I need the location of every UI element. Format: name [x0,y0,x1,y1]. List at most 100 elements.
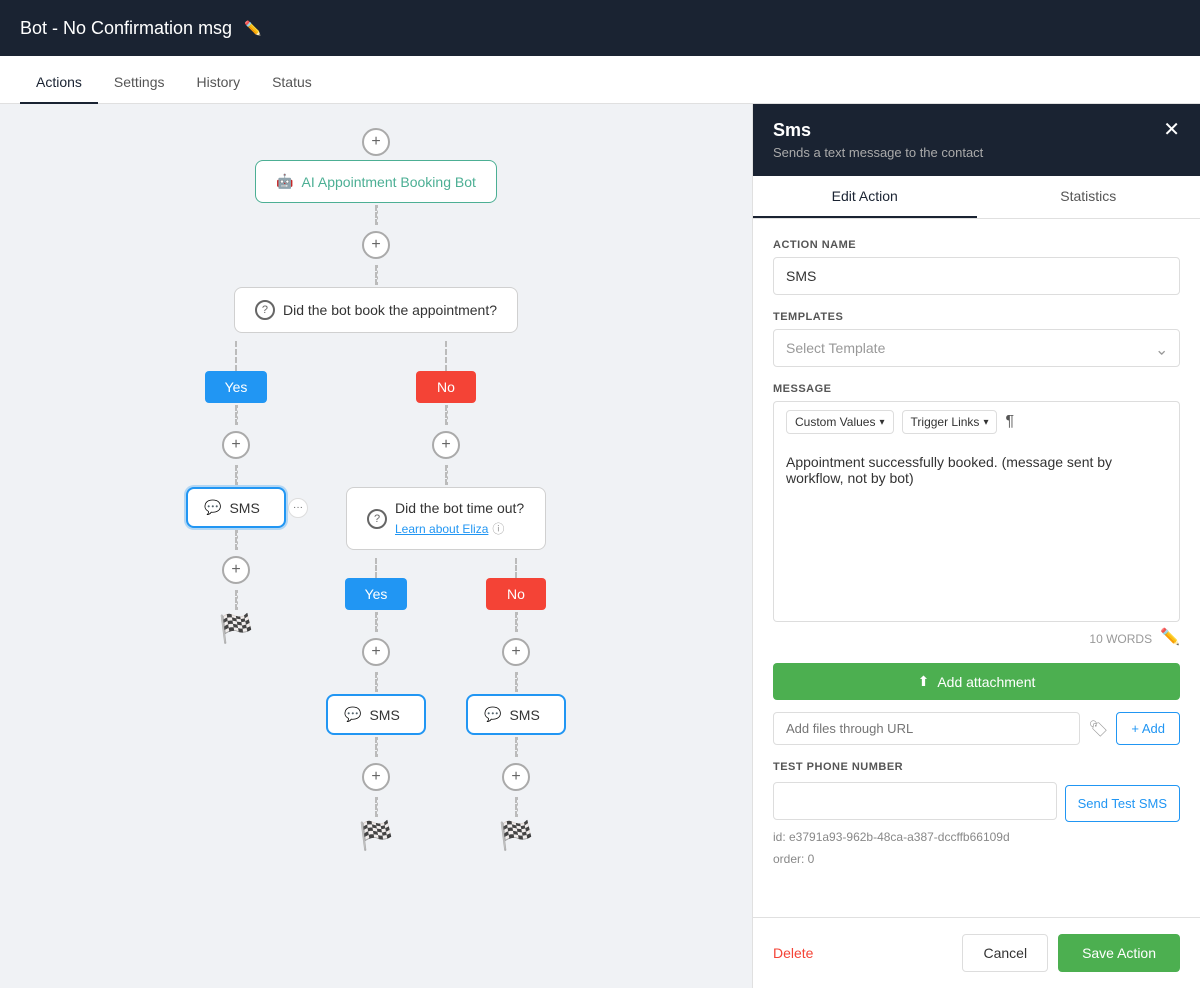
info-icon: ⓘ [492,520,504,537]
message-textarea[interactable]: Appointment successfully booked. (messag… [773,442,1180,622]
condition-1-label: Did the bot book the appointment? [283,302,497,318]
action-name-input[interactable] [773,257,1180,295]
connector-no [445,405,448,425]
custom-values-label: Custom Values [795,415,875,429]
panel-header: Sms Sends a text message to the contact … [753,104,1200,176]
question-icon-1: ? [255,300,275,320]
add-attachment-button[interactable]: ⬆ Add attachment [773,663,1180,700]
connector-end2 [375,797,378,817]
no-button-2[interactable]: No [486,578,546,610]
connector-yes2-2 [375,672,378,692]
main-area: + 🤖 AI Appointment Booking Bot + ? Did t… [0,104,1200,988]
question-icon-2: ? [367,509,387,529]
robot-icon: 🤖 [276,173,293,190]
panel-content: ACTION NAME TEMPLATES Select Template ME… [753,219,1200,917]
add-node-1[interactable]: + [362,231,390,259]
tab-statistics[interactable]: Statistics [977,176,1200,218]
sms-label-2: SMS [369,707,399,723]
condition-node-1[interactable]: ? Did the bot book the appointment? [234,287,518,333]
sms-node-1[interactable]: 💬 SMS ··· [186,487,286,528]
flow-canvas: + 🤖 AI Appointment Booking Bot + ? Did t… [0,104,752,988]
yes-button-2[interactable]: Yes [345,578,408,610]
page-title: Bot - No Confirmation msg [20,18,232,39]
sms-node-3[interactable]: 💬 SMS [466,694,566,735]
sms-icon-2: 💬 [344,706,361,723]
end-flag-1: 🏁 [219,612,254,645]
ai-node-label: AI Appointment Booking Bot [302,174,476,190]
connector-no2-2 [515,672,518,692]
sms-icon-3: 💬 [484,706,501,723]
flow-container: + 🤖 AI Appointment Booking Bot + ? Did t… [76,104,676,988]
trigger-links-button[interactable]: Trigger Links ▾ [902,410,998,434]
panel-subtitle: Sends a text message to the contact [773,145,983,160]
sms-icon-1: 💬 [204,499,221,516]
tab-edit-action[interactable]: Edit Action [753,176,977,218]
condition-node-2[interactable]: ? Did the bot time out? Learn about Eliz… [346,487,546,550]
templates-label: TEMPLATES [773,311,1180,323]
connector-sms [235,530,238,550]
close-panel-button[interactable]: ✕ [1163,120,1180,140]
message-toolbar: Custom Values ▾ Trigger Links ▾ ¶ [773,401,1180,442]
tab-status[interactable]: Status [256,62,328,104]
url-row: 🏷 + Add [773,712,1180,745]
tag-icon: 🏷 [1088,719,1108,739]
edit-title-icon[interactable]: ✏️ [244,20,261,37]
paragraph-icon[interactable]: ¶ [1005,413,1014,431]
upload-icon: ⬆ [918,673,930,690]
test-phone-label: TEST PHONE NUMBER [773,761,1180,773]
cancel-button[interactable]: Cancel [962,934,1048,972]
connector-2 [375,265,378,285]
action-name-label: ACTION NAME [773,239,1180,251]
panel-title: Sms [773,120,983,141]
learn-eliza-link[interactable]: Learn about Eliza [395,522,488,536]
templates-select-wrapper: Select Template [773,329,1180,367]
yes-button-1[interactable]: Yes [205,371,268,403]
add-node-yes[interactable]: + [222,431,250,459]
trigger-links-label: Trigger Links [911,415,980,429]
connector-yes-2 [235,465,238,485]
connector-no2 [515,612,518,632]
delete-button[interactable]: Delete [773,945,813,961]
word-count: 10 WORDS [1089,632,1152,646]
add-node-no2[interactable]: + [502,638,530,666]
url-input[interactable] [773,712,1080,745]
add-node-no[interactable]: + [432,431,460,459]
connector-1 [375,205,378,225]
message-edit-icon[interactable]: ✏️ [1160,627,1180,647]
connector-sms3 [515,737,518,757]
connector-end1 [235,590,238,610]
url-add-button[interactable]: + Add [1116,712,1180,745]
add-attachment-label: Add attachment [937,674,1035,690]
footer-actions: Cancel Save Action [962,934,1180,972]
message-label: MESSAGE [773,383,1180,395]
send-test-sms-button[interactable]: Send Test SMS [1065,785,1180,822]
connector-yes2 [375,612,378,632]
tab-actions[interactable]: Actions [20,62,98,104]
no-button-1[interactable]: No [416,371,476,403]
custom-values-button[interactable]: Custom Values ▾ [786,410,894,434]
sms-node-2[interactable]: 💬 SMS [326,694,426,735]
sms-node-menu[interactable]: ··· [288,498,308,518]
templates-select[interactable]: Select Template [773,329,1180,367]
add-node-top[interactable]: + [362,128,390,156]
tab-settings[interactable]: Settings [98,62,181,104]
meta-order: order: 0 [773,852,1180,866]
add-node-yes2[interactable]: + [362,638,390,666]
message-section: MESSAGE Custom Values ▾ Trigger Links ▾ … [773,383,1180,647]
ai-node[interactable]: 🤖 AI Appointment Booking Bot [255,160,497,203]
add-node-sms2[interactable]: + [362,763,390,791]
nav-tabs: Actions Settings History Status [0,56,1200,104]
templates-placeholder: Select Template [786,340,885,356]
connector-end3 [515,797,518,817]
tab-history[interactable]: History [181,62,257,104]
add-node-sms3[interactable]: + [502,763,530,791]
connector-yes [235,405,238,425]
connector-sms2 [375,737,378,757]
custom-values-chevron: ▾ [879,417,884,428]
add-node-sms[interactable]: + [222,556,250,584]
test-phone-input[interactable] [773,782,1057,820]
end-flag-3: 🏁 [499,819,534,852]
save-action-button[interactable]: Save Action [1058,934,1180,972]
top-bar: Bot - No Confirmation msg ✏️ [0,0,1200,56]
trigger-links-chevron: ▾ [983,417,988,428]
